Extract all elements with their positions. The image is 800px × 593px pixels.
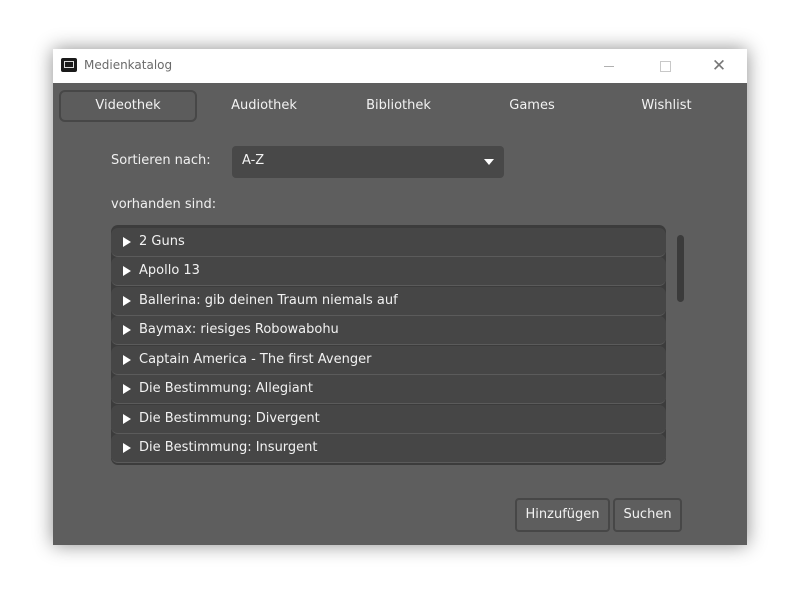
list-item-title: Die Bestimmung: Allegiant [139, 381, 314, 396]
media-list[interactable]: 2 Guns Apollo 13 Ballerina: gib deinen T… [111, 225, 666, 465]
close-button[interactable]: ✕ [696, 49, 742, 83]
maximize-button[interactable] [642, 49, 688, 83]
search-button[interactable]: Suchen [613, 498, 682, 532]
list-item[interactable]: Captain America - The first Avenger [111, 346, 666, 375]
triangle-right-icon[interactable] [123, 384, 131, 394]
triangle-right-icon[interactable] [123, 296, 131, 306]
triangle-right-icon[interactable] [123, 355, 131, 365]
triangle-right-icon[interactable] [123, 443, 131, 453]
list-item-title: Die Bestimmung: Insurgent [139, 440, 318, 455]
available-label: vorhanden sind: [111, 197, 217, 212]
sort-label: Sortieren nach: [111, 153, 211, 168]
list-item[interactable]: Ballerina: gib deinen Traum niemals auf [111, 287, 666, 316]
tab-audiothek[interactable]: Audiothek [208, 90, 320, 122]
triangle-right-icon[interactable] [123, 266, 131, 276]
list-item[interactable]: Apollo 13 [111, 257, 666, 286]
triangle-right-icon[interactable] [123, 414, 131, 424]
list-item[interactable]: Baymax: riesiges Robowabohu [111, 316, 666, 345]
add-button[interactable]: Hinzufügen [515, 498, 610, 532]
triangle-right-icon[interactable] [123, 237, 131, 247]
list-item-title: Captain America - The first Avenger [139, 352, 372, 367]
list-item-title: Baymax: riesiges Robowabohu [139, 322, 339, 337]
list-item-title: Die Bestimmung: Divergent [139, 411, 320, 426]
triangle-right-icon[interactable] [123, 325, 131, 335]
list-item[interactable]: 2 Guns [111, 228, 666, 257]
title-bar[interactable]: Medienkatalog ✕ [53, 49, 747, 83]
list-item[interactable]: Die Bestimmung: Insurgent [111, 434, 666, 463]
list-item-title: Ballerina: gib deinen Traum niemals auf [139, 293, 398, 308]
list-scrollbar[interactable] [677, 235, 684, 302]
app-icon [61, 58, 77, 72]
tab-games[interactable]: Games [478, 90, 586, 122]
list-item-title: Apollo 13 [139, 263, 200, 278]
list-item[interactable]: Die Bestimmung: Allegiant [111, 375, 666, 404]
tab-videothek[interactable]: Videothek [59, 90, 197, 122]
sort-value: A-Z [242, 153, 265, 168]
minimize-button[interactable] [586, 49, 632, 83]
sort-dropdown[interactable]: A-Z [232, 146, 504, 178]
close-icon: ✕ [711, 56, 727, 76]
list-item[interactable]: Die Bestimmung: Divergent [111, 405, 666, 434]
app-window: Medienkatalog ✕ Videothek Audiothek Bibl… [53, 49, 747, 545]
maximize-icon [659, 60, 671, 72]
minimize-icon [604, 65, 614, 67]
window-title: Medienkatalog [84, 58, 173, 72]
tab-bibliothek[interactable]: Bibliothek [341, 90, 456, 122]
caret-down-icon [484, 159, 494, 165]
tab-wishlist[interactable]: Wishlist [609, 90, 724, 122]
list-item-title: 2 Guns [139, 234, 185, 249]
